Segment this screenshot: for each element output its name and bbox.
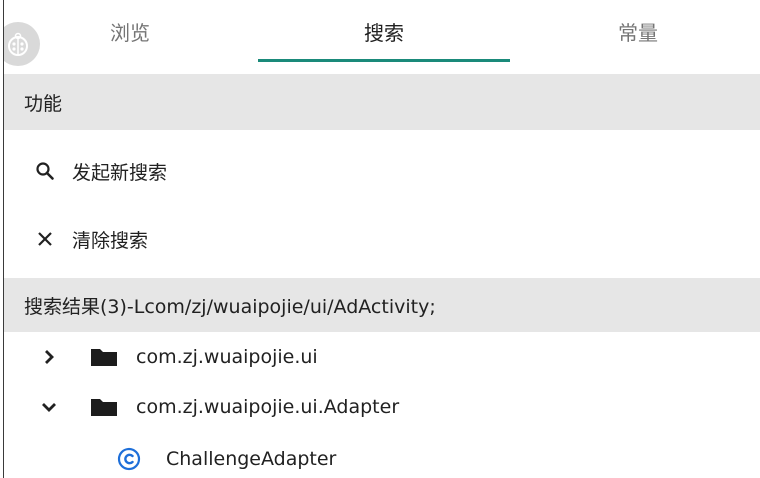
tab-bar: 浏览 搜索 常量 — [4, 0, 760, 66]
folder-icon — [88, 396, 120, 418]
chevron-down-icon[interactable] — [38, 396, 60, 418]
clear-search-label: 清除搜索 — [72, 229, 149, 252]
new-search-button[interactable]: 发起新搜索 — [4, 138, 760, 204]
active-tab-indicator — [258, 59, 510, 62]
search-icon — [34, 160, 56, 182]
functions-header-label: 功能 — [24, 92, 63, 115]
tree-row-package-ui[interactable]: com.zj.wuaipojie.ui — [4, 332, 760, 382]
tree-row-label: ChallengeAdapter — [166, 448, 337, 470]
functions-section-header: 功能 — [4, 74, 760, 130]
results-header-label: 搜索结果(3)-Lcom/zj/wuaipojie/ui/AdActivity; — [24, 295, 436, 318]
app-window: 浏览 搜索 常量 功能 发起新搜索 清除搜索 搜索结果(3)-Lcom/zj/w… — [3, 0, 760, 478]
tree-row-class-challengeadapter[interactable]: ChallengeAdapter — [4, 434, 760, 478]
tab-search-label: 搜索 — [364, 21, 404, 45]
tab-browse-label: 浏览 — [110, 21, 150, 45]
results-section-header: 搜索结果(3)-Lcom/zj/wuaipojie/ui/AdActivity; — [4, 278, 760, 332]
tab-browse[interactable]: 浏览 — [4, 0, 256, 62]
close-icon — [34, 228, 56, 250]
tree-row-label: com.zj.wuaipojie.ui.Adapter — [136, 396, 400, 418]
tab-constants[interactable]: 常量 — [512, 0, 760, 62]
tab-search[interactable]: 搜索 — [258, 0, 510, 62]
clear-search-button[interactable]: 清除搜索 — [4, 206, 760, 272]
class-icon — [116, 446, 142, 472]
new-search-label: 发起新搜索 — [72, 161, 168, 184]
tab-constants-label: 常量 — [618, 21, 658, 45]
folder-icon — [88, 346, 120, 368]
chevron-right-icon[interactable] — [38, 346, 60, 368]
tree-row-package-adapter[interactable]: com.zj.wuaipojie.ui.Adapter — [4, 382, 760, 432]
tree-row-label: com.zj.wuaipojie.ui — [136, 346, 318, 368]
